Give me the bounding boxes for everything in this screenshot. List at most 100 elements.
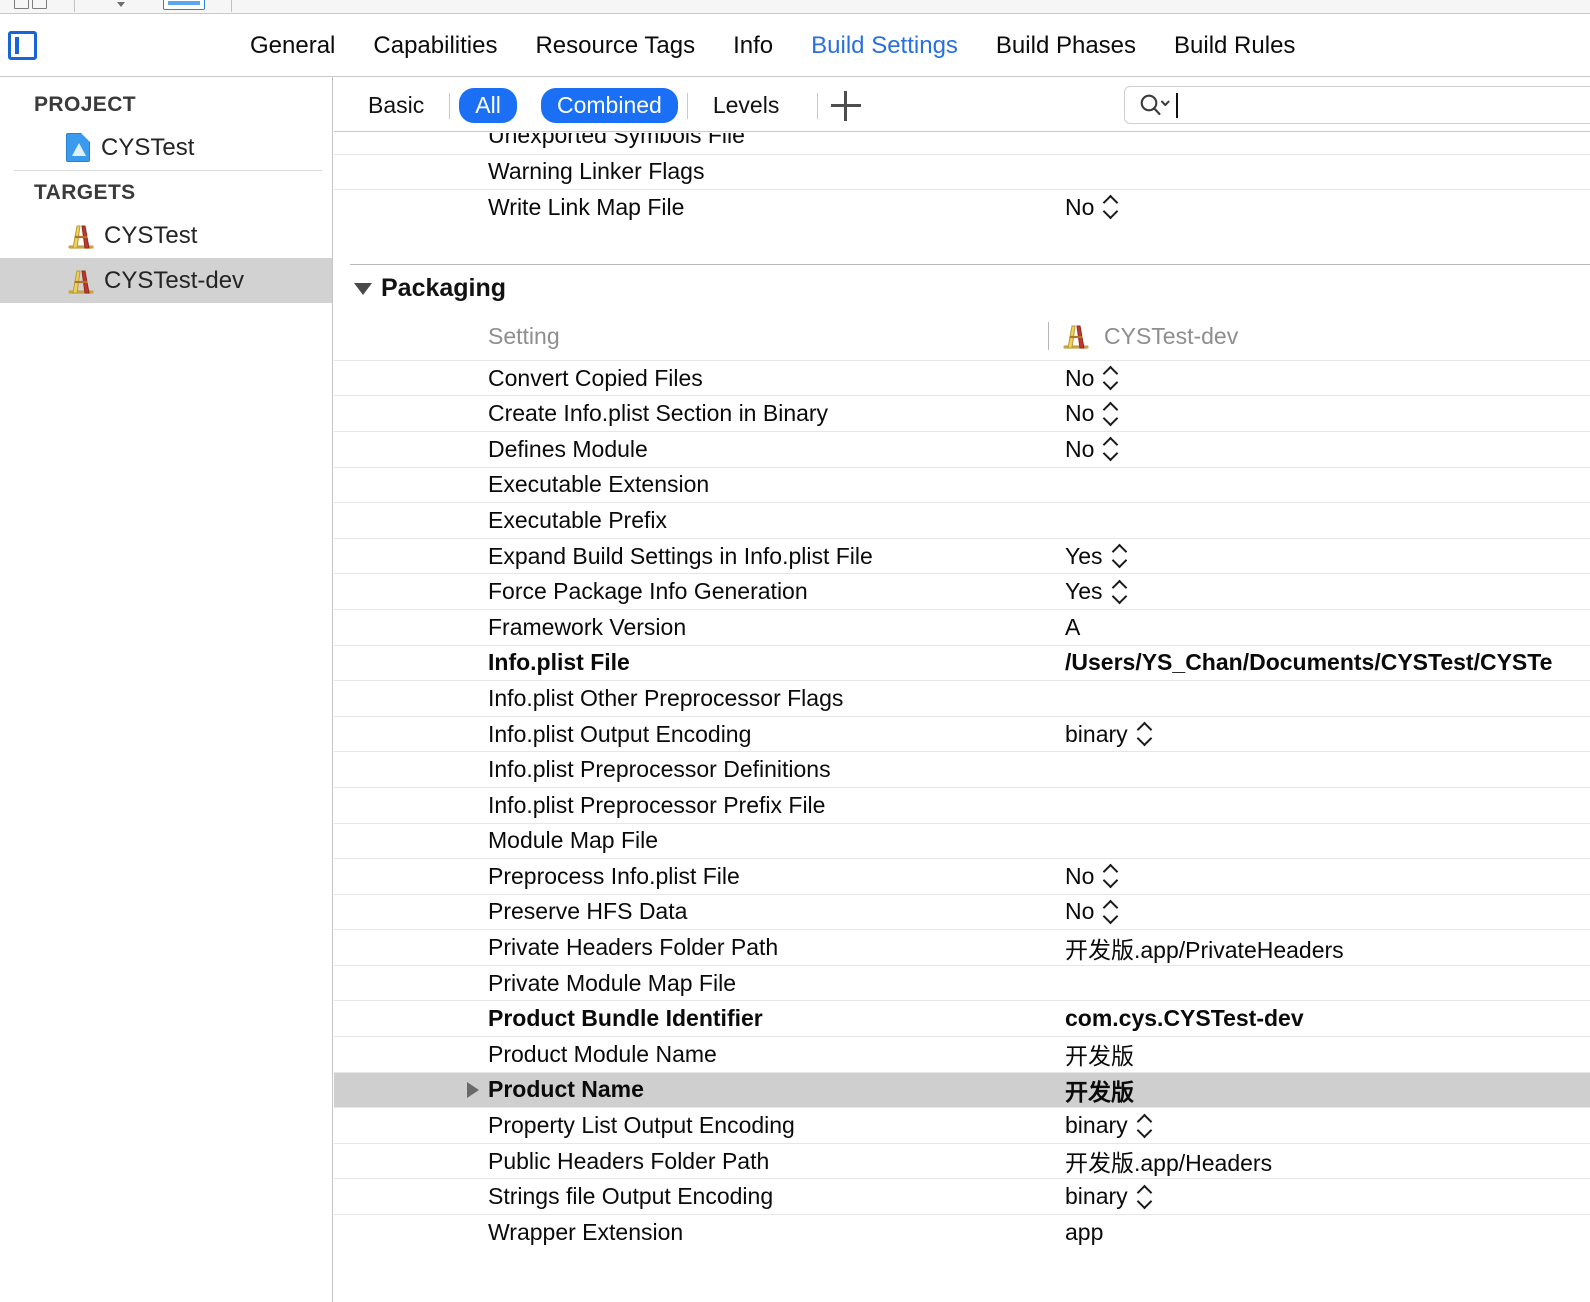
build-setting-row[interactable]: Force Package Info Generation Yes [334,573,1590,609]
setting-value-popup[interactable]: No [1065,400,1118,427]
build-setting-row[interactable]: Product Bundle Identifier com.cys.CYSTest… [334,1000,1590,1036]
chevron-down-icon[interactable] [117,2,125,7]
filter-basic-button[interactable]: Basic [352,88,440,123]
triangle-right-icon[interactable] [467,1081,479,1098]
filter-combined-button[interactable]: Combined [541,88,678,123]
chevron-updown-icon[interactable] [1103,401,1118,427]
sidebar-targets-list: CYSTest CYSTest-dev [0,213,332,303]
build-setting-row[interactable]: Module Map File [334,822,1590,859]
segment-divider [449,92,451,119]
build-setting-row[interactable]: Convert Copied Files No [334,359,1590,396]
setting-value[interactable]: app [1065,1219,1103,1246]
chevron-updown-icon[interactable] [1103,863,1118,889]
build-setting-row[interactable]: Unexported Symbols File [334,133,1590,154]
column-header-target-label: CYSTest-dev [1104,322,1239,349]
setting-value[interactable]: com.cys.CYSTest-dev [1065,1005,1304,1032]
setting-value-text: 开发版.app/Headers [1065,1150,1273,1177]
sidebar-item-cystest-dev[interactable]: CYSTest-dev [0,258,332,303]
setting-value-text: binary [1065,1183,1128,1210]
tab-resource-tags[interactable]: Resource Tags [535,32,695,60]
setting-value-popup[interactable]: No [1065,898,1118,925]
setting-name: Strings file Output Encoding [488,1183,774,1210]
tab-build-rules[interactable]: Build Rules [1174,32,1295,60]
build-setting-row[interactable]: Info.plist File/Users/YS_Chan/Documents/… [334,644,1590,681]
sidebar-item-cystest[interactable]: CYSTest [0,125,332,170]
build-setting-row[interactable]: Strings file Output Encoding binary [334,1178,1590,1214]
section-header-packaging[interactable]: Packaging [334,265,1590,313]
setting-value-text: A [1065,613,1081,640]
tab-build-settings[interactable]: Build Settings [811,32,958,60]
build-setting-row[interactable]: Public Headers Folder Path 开发版.app/Header… [334,1142,1590,1179]
build-setting-row[interactable]: Info.plist Preprocessor Definitions [334,751,1590,787]
setting-value[interactable]: 开发版 [1065,1037,1134,1071]
row-separator [488,1178,1590,1180]
build-setting-row[interactable]: Private Module Map File [334,964,1590,1001]
setting-value[interactable]: 开发版.app/Headers [1065,1144,1272,1178]
filter-levels-button[interactable]: Levels [697,88,795,123]
chevron-updown-icon[interactable] [1137,1184,1152,1210]
row-separator [488,1142,1590,1144]
setting-value[interactable]: 开发版 [1065,1073,1134,1107]
setting-value-popup[interactable]: binary [1065,1183,1152,1210]
mode-segmented-control: Combined Levels [541,88,795,123]
sidebar-project-header: PROJECT [34,93,136,116]
chevron-updown-icon[interactable] [1137,1113,1152,1139]
build-setting-row[interactable]: Preserve HFS Data No [334,893,1590,930]
chevron-updown-icon[interactable] [1103,194,1118,220]
tab-info[interactable]: Info [733,32,773,60]
setting-value[interactable]: 开发版.app/PrivateHeaders [1065,931,1344,965]
setting-value-popup[interactable]: No [1065,194,1118,221]
setting-value-text: Yes [1065,578,1103,605]
tab-build-phases[interactable]: Build Phases [996,32,1136,60]
build-setting-row[interactable]: Wrapper Extension app [334,1214,1590,1250]
build-setting-row[interactable]: Info.plist Output Encoding binary [334,715,1590,752]
setting-name: Info.plist Preprocessor Prefix File [488,791,826,818]
chevron-updown-icon[interactable] [1137,721,1152,747]
filter-all-button[interactable]: All [459,88,517,123]
build-setting-row[interactable]: Product Name 开发版 [334,1071,1590,1108]
build-setting-row[interactable]: Warning Linker Flags [334,153,1590,190]
setting-value-text: No [1065,898,1095,925]
build-setting-row[interactable]: Info.plist Other Preprocessor Flags [334,680,1590,716]
setting-value-popup[interactable]: binary [1065,721,1152,748]
navigator-toggle-icon[interactable] [8,31,37,60]
build-setting-row[interactable]: Write Link Map File No [334,189,1590,225]
project-document-icon [66,133,90,162]
editor-area-icon[interactable] [163,0,205,10]
setting-value-text: app [1065,1218,1104,1245]
row-separator [488,573,1590,575]
setting-value-popup[interactable]: Yes [1065,543,1127,570]
build-setting-row[interactable]: Private Headers Folder Path 开发版.app/Priva… [334,929,1590,965]
chevron-updown-icon[interactable] [1112,543,1127,569]
build-setting-row[interactable]: Create Info.plist Section in Binary No [334,395,1590,431]
build-setting-row[interactable]: Preprocess Info.plist File No [334,858,1590,894]
setting-value-popup[interactable]: No [1065,365,1118,392]
add-build-setting-button[interactable] [831,91,861,121]
tab-general[interactable]: General [250,32,335,60]
chevron-updown-icon[interactable] [1103,365,1118,391]
setting-value-popup[interactable]: Yes [1065,578,1127,605]
build-setting-row[interactable]: Property List Output Encoding binary [334,1107,1590,1143]
triangle-down-icon[interactable] [354,282,372,295]
sidebar-item-cystest[interactable]: CYSTest [0,213,332,258]
build-setting-row[interactable]: Executable Extension [334,466,1590,503]
search-input[interactable] [1124,86,1590,124]
setting-value[interactable]: /Users/YS_Chan/Documents/CYSTest/CYSTe [1065,649,1552,676]
chevron-updown-icon[interactable] [1103,436,1118,462]
build-setting-row[interactable]: Info.plist Preprocessor Prefix File [334,786,1590,823]
chevron-updown-icon[interactable] [1103,899,1118,925]
chevron-updown-icon[interactable] [1112,579,1127,605]
tab-capabilities[interactable]: Capabilities [373,32,497,60]
build-setting-row[interactable]: Expand Build Settings in Info.plist File… [334,537,1590,574]
setting-value[interactable]: A [1065,614,1080,641]
setting-value-text: No [1065,435,1095,462]
setting-value-popup[interactable]: binary [1065,1112,1152,1139]
setting-value-popup[interactable]: No [1065,436,1118,463]
build-setting-row[interactable]: Framework Version A [334,608,1590,645]
build-setting-row[interactable]: Executable Prefix [334,502,1590,538]
build-setting-row[interactable]: Defines Module No [334,430,1590,467]
sidebar-project-list: CYSTest [0,125,332,170]
build-setting-row[interactable]: Product Module Name 开发版 [334,1036,1590,1072]
setting-value-popup[interactable]: No [1065,863,1118,890]
editor-panes-icon[interactable] [14,0,52,9]
